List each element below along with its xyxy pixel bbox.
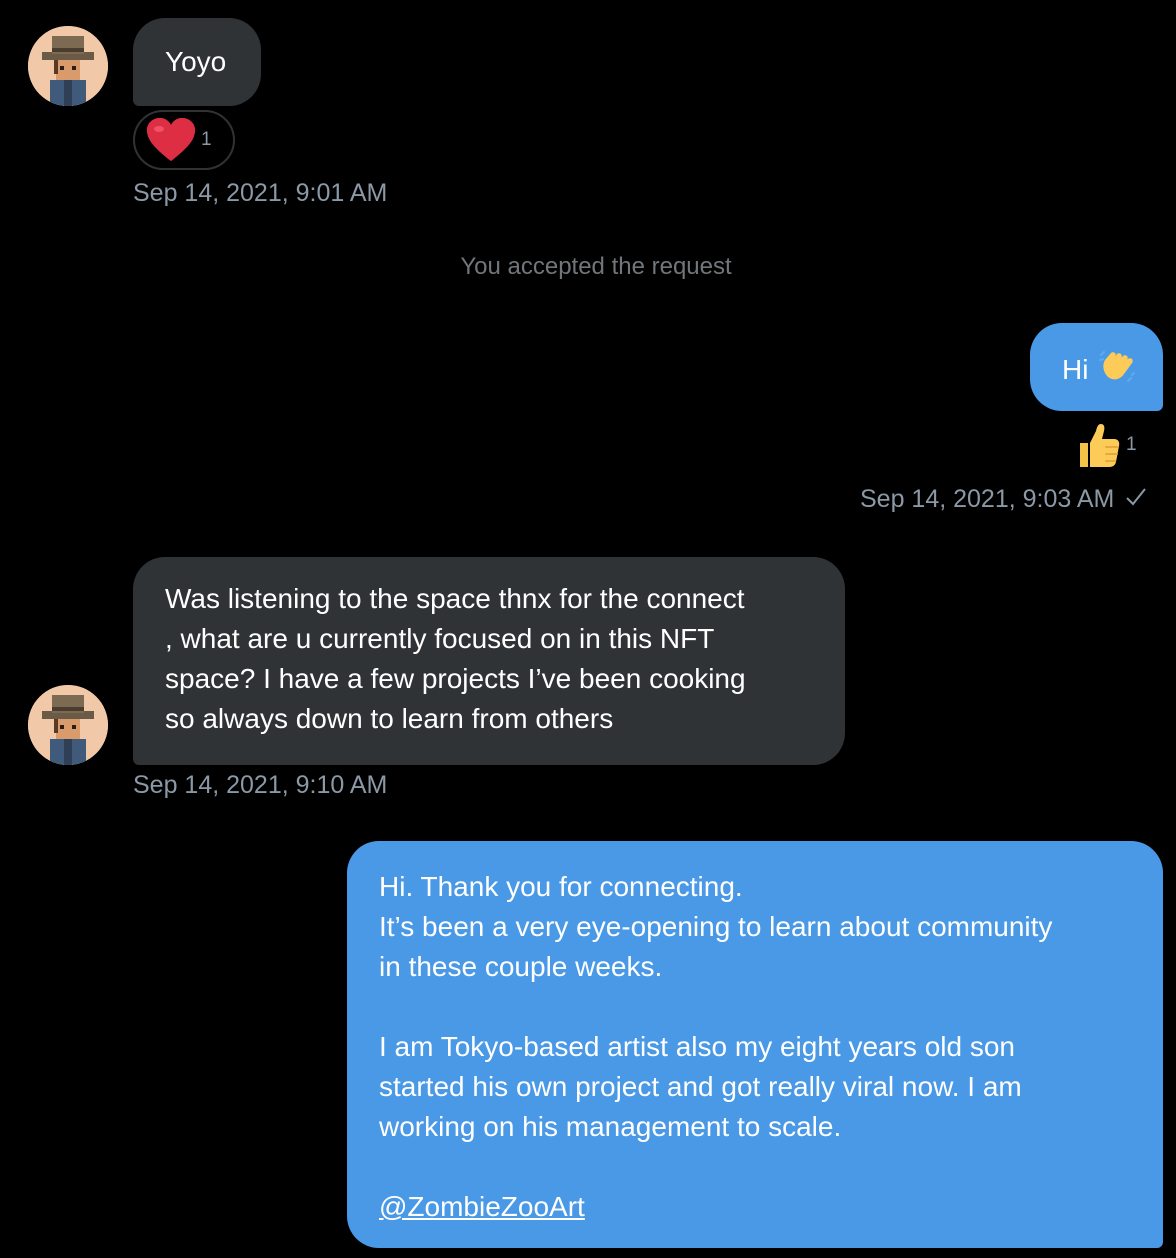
message-line	[379, 987, 1131, 1027]
reaction-pill[interactable]: 1	[133, 110, 235, 170]
message-bubble-outgoing[interactable]: Hi. Thank you for connecting. It’s been …	[347, 841, 1163, 1248]
message-line: in these couple weeks.	[379, 951, 663, 982]
message-line: , what are u currently focused on in thi…	[165, 623, 715, 654]
timestamp-text: Sep 14, 2021, 9:03 AM	[860, 485, 1115, 513]
message-line: space? I have a few projects I’ve been c…	[165, 663, 746, 694]
thumbs-up-icon	[1080, 424, 1120, 467]
checkmark-icon	[1125, 485, 1147, 515]
message-text: Hi	[1062, 353, 1089, 385]
reaction-count: 1	[1126, 434, 1137, 455]
pixel-cowboy-avatar-icon	[28, 685, 108, 765]
sender-avatar[interactable]	[28, 26, 108, 106]
message-line: I am Tokyo-based artist also my eight ye…	[379, 1031, 1016, 1062]
message-line: working on his management to scale.	[379, 1111, 842, 1142]
message-line	[379, 1147, 1131, 1187]
message-bubble-outgoing[interactable]: Hi	[1030, 323, 1163, 411]
mention-link[interactable]: @ZombieZooArt	[379, 1187, 1131, 1227]
message-timestamp: Sep 14, 2021, 9:03 AM	[860, 484, 1147, 515]
heart-icon	[147, 118, 195, 161]
sender-avatar[interactable]	[28, 685, 108, 765]
reaction-count: 1	[201, 129, 212, 150]
waving-hand-icon	[1098, 347, 1136, 396]
message-line: so always down to learn from others	[165, 703, 614, 734]
message-bubble-incoming[interactable]: Was listening to the space thnx for the …	[133, 557, 845, 765]
system-notice: You accepted the request	[460, 253, 732, 280]
pixel-cowboy-avatar-icon	[28, 26, 108, 106]
message-line: Was listening to the space thnx for the …	[165, 583, 745, 614]
message-line: Hi. Thank you for connecting.	[379, 871, 743, 902]
message-text: Yoyo	[165, 46, 227, 77]
message-timestamp: Sep 14, 2021, 9:01 AM	[133, 179, 388, 207]
message-timestamp: Sep 14, 2021, 9:10 AM	[133, 771, 388, 799]
message-line: started his own project and got really v…	[379, 1071, 1022, 1102]
message-line: It’s been a very eye-opening to learn ab…	[379, 911, 1053, 942]
message-bubble-incoming[interactable]: Yoyo	[133, 18, 261, 106]
reaction-display[interactable]: 1	[1074, 420, 1137, 470]
